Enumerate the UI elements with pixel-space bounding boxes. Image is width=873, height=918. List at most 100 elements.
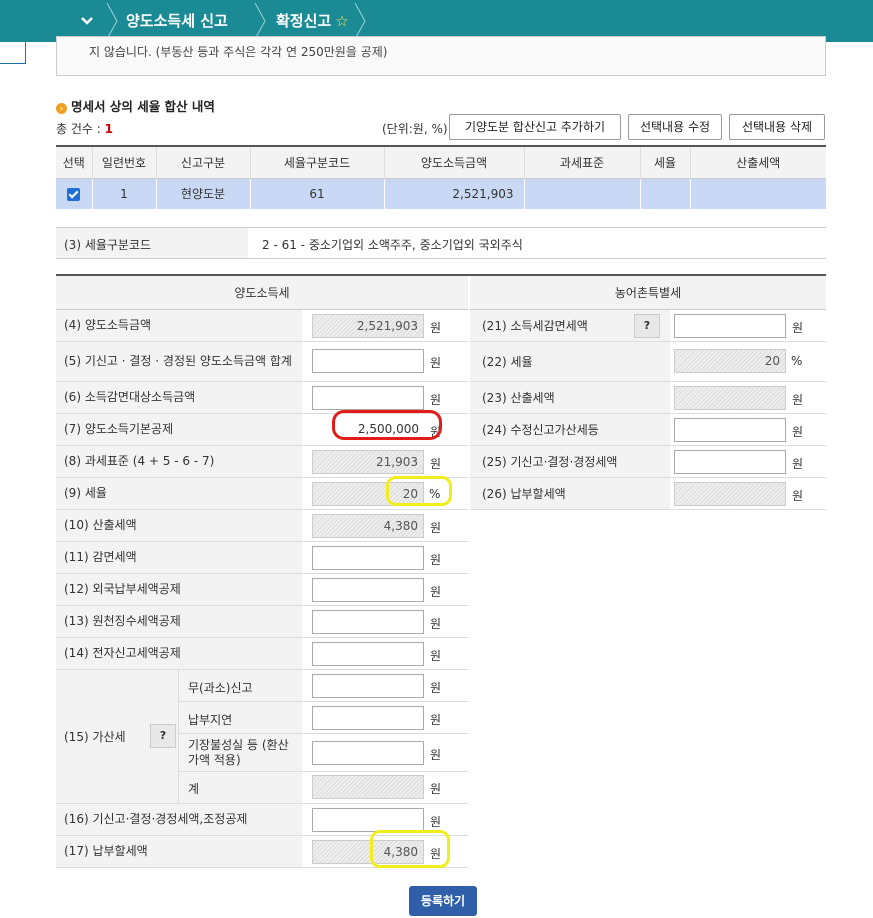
serial-cell: 1: [92, 178, 157, 209]
row-12: (12) 외국납부세액공제 원: [56, 574, 468, 606]
rate-cell: [640, 178, 691, 209]
left-section-header: 양도소득세: [56, 276, 468, 310]
row-11: (11) 감면세액 원: [56, 542, 468, 574]
total-count: 총 건수 : 1: [56, 120, 113, 137]
reduction-income-input[interactable]: [312, 386, 424, 410]
row-label: (12) 외국납부세액공제: [56, 574, 302, 605]
chevron-down-icon[interactable]: [76, 12, 98, 30]
row-label: (9) 세율: [56, 478, 302, 509]
right-section-header: 농어촌특별세: [470, 276, 826, 310]
help-button[interactable]: ?: [634, 314, 660, 338]
section-title-text: 명세서 상의 세율 합산 내역: [71, 99, 215, 114]
sub-row: 기장불성실 등 (환산가액 적용) 원: [178, 734, 468, 772]
row-26: (26) 납부할세액 원: [470, 478, 826, 510]
row-label: (4) 양도소득금액: [56, 310, 302, 341]
add-prior-sale-button[interactable]: 기양도분 합산신고 추가하기: [449, 114, 621, 140]
row-5: (5) 기신고 · 결정 · 경정된 양도소득금액 합계 원: [56, 342, 468, 382]
yellow-highlight-circle: [386, 476, 452, 506]
breadcrumb-separator-icon: [354, 3, 366, 39]
row-label: (26) 납부할세액: [470, 478, 670, 509]
col-header: 과세표준: [524, 146, 641, 179]
row-label: (11) 감면세액: [56, 542, 302, 573]
tax-form: 양도소득세 농어촌특별세 (4) 양도소득금액 2,521,903 원 (5) …: [56, 274, 826, 868]
count-value: 1: [104, 122, 113, 136]
row-checkbox[interactable]: [67, 187, 81, 201]
register-button[interactable]: 등록하기: [409, 886, 477, 916]
foreign-tax-credit-input[interactable]: [312, 578, 424, 602]
bullet-icon: ›: [56, 103, 67, 114]
row-label: (8) 과세표준 (4 + 5 - 6 - 7): [56, 446, 302, 477]
tax-cell: [690, 178, 826, 209]
star-icon[interactable]: ☆: [335, 12, 348, 30]
unit-label: 원: [792, 321, 804, 335]
sub-row: 계 원: [178, 772, 468, 803]
breadcrumb-label: 확정신고: [276, 12, 332, 30]
col-header: 신고구분: [156, 146, 251, 179]
sub-row-label: 기장불성실 등 (환산가액 적용): [188, 738, 289, 767]
row-select-cell[interactable]: [56, 178, 93, 209]
rate-code-label: (3) 세율구분코드: [56, 228, 248, 258]
special-payable-tax-field: [674, 482, 786, 506]
unit-label: 원: [430, 457, 442, 471]
count-label: 총 건수 :: [56, 122, 105, 136]
base-cell: [524, 178, 641, 209]
notice-box: 지 않습니다. (부동산 등과 주식은 각각 연 250만원을 공제): [56, 36, 826, 76]
unit-note: (단위:원, %): [382, 122, 448, 136]
sub-row-label: 납부지연: [188, 713, 233, 727]
row-label: (10) 산출세액: [56, 510, 302, 541]
rate-summary-table: 선택 일련번호 신고구분 세율구분코드 양도소득금액 과세표준 세율 산출세액 …: [56, 145, 826, 209]
code-cell: 61: [250, 178, 385, 209]
unit-label: 원: [430, 617, 442, 631]
sub-row-label: 계: [188, 782, 200, 796]
row-label: (5) 기신고 · 결정 · 경정된 양도소득금액 합계: [56, 342, 302, 381]
row-label: (25) 기신고·결정·경정세액: [470, 446, 670, 477]
reduction-tax-input[interactable]: [312, 546, 424, 570]
income-tax-reduction-input[interactable]: [674, 314, 786, 338]
amended-penalty-input[interactable]: [674, 418, 786, 442]
row-10: (10) 산출세액 4,380 원: [56, 510, 468, 542]
row-label: (7) 양도소득기본공제: [56, 414, 302, 445]
penalty-help-button[interactable]: ?: [150, 724, 176, 748]
col-header: 산출세액: [690, 146, 826, 179]
edit-selection-button[interactable]: 선택내용 수정: [628, 114, 722, 140]
row-23: (23) 산출세액 원: [470, 382, 826, 414]
unit-label: 원: [430, 356, 442, 370]
col-header: 세율: [640, 146, 691, 179]
unit-label: 원: [430, 393, 442, 407]
row-22: (22) 세율 20 %: [470, 342, 826, 382]
row-label: (14) 전자신고세액공제: [56, 638, 302, 669]
unit-label: 원: [792, 393, 804, 407]
special-tax-rate-field: 20: [674, 349, 786, 373]
tax-base-field: 21,903: [312, 450, 424, 474]
col-header: 일련번호: [92, 146, 157, 179]
non-report-penalty-input[interactable]: [312, 674, 424, 698]
row-25: (25) 기신고·결정·경정세액 원: [470, 446, 826, 478]
sub-row-label: 무(과소)신고: [188, 681, 253, 695]
penalty-total-field: [312, 775, 424, 799]
bookkeeping-penalty-input[interactable]: [312, 741, 424, 765]
unit-label: 원: [430, 815, 442, 829]
special-calculated-tax-field: [674, 386, 786, 410]
sub-row: 무(과소)신고 원: [178, 670, 468, 702]
prior-special-tax-input[interactable]: [674, 450, 786, 474]
row-8: (8) 과세표준 (4 + 5 - 6 - 7) 21,903 원: [56, 446, 468, 478]
calculated-tax-field: 4,380: [312, 514, 424, 538]
row-21: (21) 소득세감면세액 ? 원: [470, 310, 826, 342]
row-24: (24) 수정신고가산세등 원: [470, 414, 826, 446]
transfer-income-amount-field: 2,521,903: [312, 314, 424, 338]
unit-label: 원: [792, 425, 804, 439]
row-label: (24) 수정신고가산세등: [470, 414, 670, 445]
row-label: (6) 소득감면대상소득금액: [56, 382, 302, 413]
unit-label: %: [791, 354, 803, 368]
e-filing-credit-input[interactable]: [312, 642, 424, 666]
row-14: (14) 전자신고세액공제 원: [56, 638, 468, 670]
withholding-credit-input[interactable]: [312, 610, 424, 634]
prior-income-total-input[interactable]: [312, 349, 424, 373]
table-row[interactable]: 1 현양도분 61 2,521,903: [56, 178, 826, 209]
breadcrumb-separator-icon: [254, 3, 266, 39]
col-header: 세율구분코드: [250, 146, 385, 179]
delete-selection-button[interactable]: 선택내용 삭제: [729, 114, 825, 140]
rate-code-value: 2 - 61 - 중소기업외 소액주주, 중소기업외 국외주식: [262, 238, 523, 252]
late-payment-penalty-input[interactable]: [312, 706, 424, 730]
prior-tax-adjust-input[interactable]: [312, 808, 424, 832]
